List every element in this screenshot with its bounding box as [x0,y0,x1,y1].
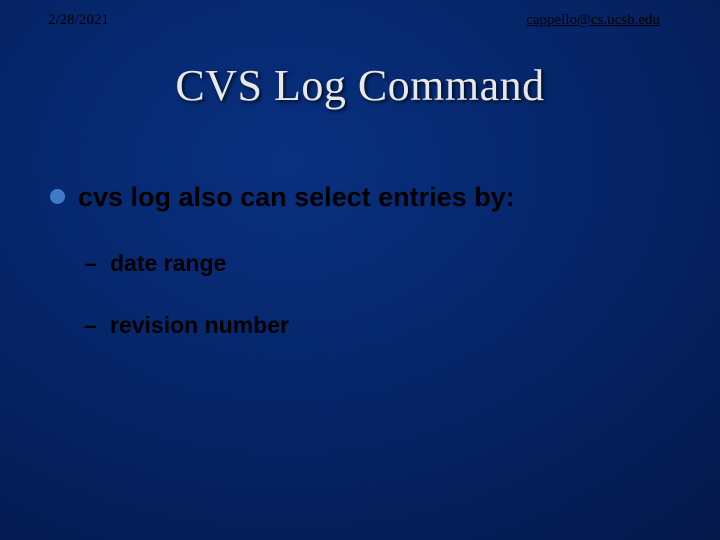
slide-title: CVS Log Command [0,60,720,111]
bullet-item: revision number [84,311,680,341]
slide: 2/28/2021 cappello@cs.ucsb.edu CVS Log C… [0,0,720,540]
header-date: 2/28/2021 [48,12,109,29]
bullet-item: date range [84,249,680,279]
slide-body: cvs log also can select entries by: date… [50,180,680,373]
bullet-lead: cvs log also can select entries by: [50,180,680,215]
header-email-link[interactable]: cappello@cs.ucsb.edu [526,12,660,29]
